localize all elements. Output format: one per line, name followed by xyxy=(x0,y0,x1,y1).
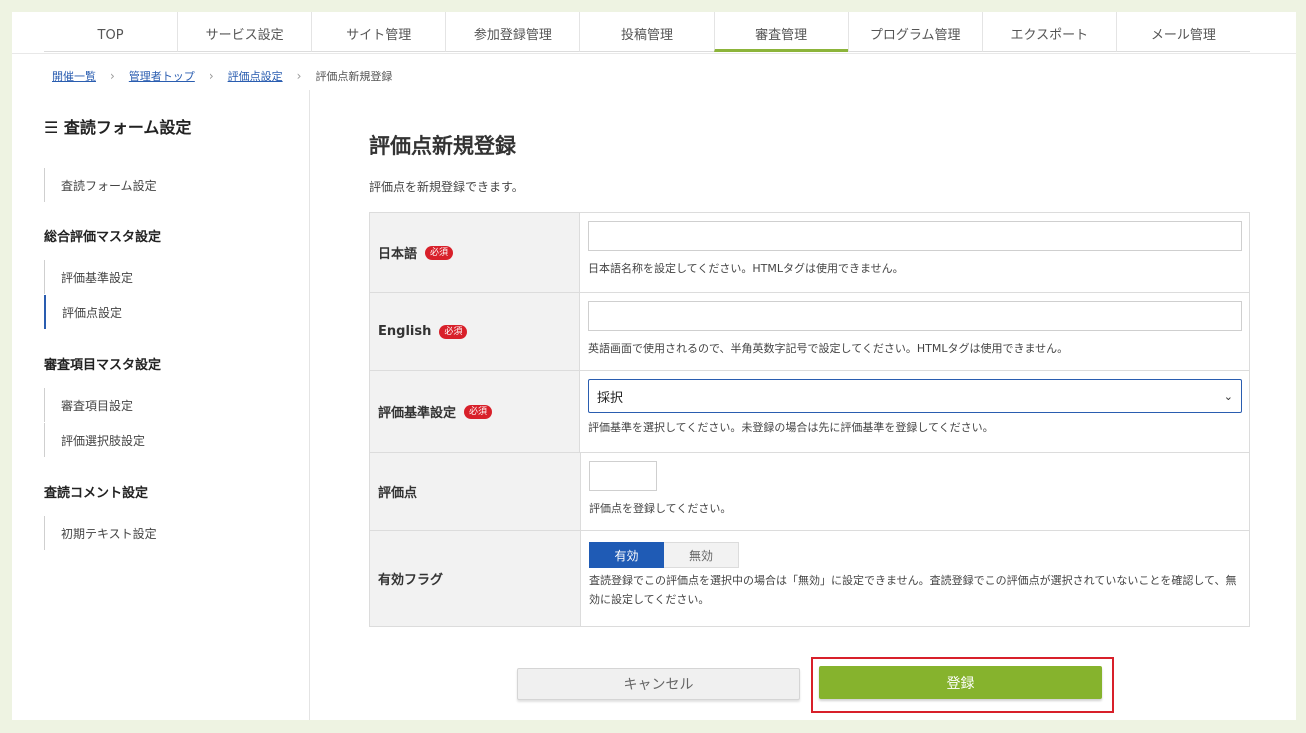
sidebar-group-review-master: 審査項目マスタ設定 xyxy=(44,358,162,373)
field-label: 評価点 xyxy=(370,453,581,530)
page-frame: TOP サービス設定 サイト管理 参加登録管理 投稿管理 審査管理 プログラム管… xyxy=(12,12,1296,720)
cancel-button[interactable]: キャンセル xyxy=(517,668,800,700)
field-cell: 採択 ⌄ 評価基準を選択してください。未登録の場合は先に評価基準を登録してくださ… xyxy=(580,371,1249,452)
english-name-input[interactable] xyxy=(588,301,1242,331)
breadcrumb-current: 評価点新規登録 xyxy=(315,70,393,83)
field-label: 日本語 必須 xyxy=(370,213,580,292)
sidebar-item-criteria[interactable]: 評価基準設定 xyxy=(44,260,264,294)
english-label: English xyxy=(378,324,432,339)
field-cell: 有効 無効 査読登録でこの評価点を選択中の場合は「無効」に設定できません。査読登… xyxy=(581,531,1249,626)
criteria-selected-value: 採択 xyxy=(597,390,624,406)
score-hint: 評価点を登録してください。 xyxy=(589,502,732,515)
score-input[interactable] xyxy=(589,461,657,491)
enabled-off-option[interactable]: 無効 xyxy=(664,542,739,568)
tab-top[interactable]: TOP xyxy=(44,12,178,52)
sidebar-item-review-items[interactable]: 審査項目設定 xyxy=(44,388,264,422)
tab-mail-management[interactable]: メール管理 xyxy=(1115,12,1250,52)
english-hint: 英語画面で使用されるので、半角英数字記号で設定してください。HTMLタグは使用で… xyxy=(588,342,1069,355)
chevron-right-icon: › xyxy=(208,69,214,83)
criteria-select[interactable]: 採択 ⌄ xyxy=(588,379,1242,413)
japanese-name-input[interactable] xyxy=(588,221,1242,251)
form-row-enabled: 有効フラグ 有効 無効 査読登録でこの評価点を選択中の場合は「無効」に設定できま… xyxy=(370,530,1249,626)
field-cell: 評価点を登録してください。 xyxy=(581,453,1249,530)
sidebar-title: ☰ 査読フォーム設定 xyxy=(44,118,192,137)
form-row-score: 評価点 評価点を登録してください。 xyxy=(370,452,1249,530)
tab-program-management[interactable]: プログラム管理 xyxy=(847,12,982,52)
top-navigation: TOP サービス設定 サイト管理 参加登録管理 投稿管理 審査管理 プログラム管… xyxy=(44,12,1250,52)
criteria-label: 評価基準設定 xyxy=(378,406,457,421)
page-title: 評価点新規登録 xyxy=(369,134,516,158)
tab-service-settings[interactable]: サービス設定 xyxy=(177,12,312,52)
tab-export[interactable]: エクスポート xyxy=(981,12,1116,52)
tab-site-management[interactable]: サイト管理 xyxy=(311,12,446,52)
field-label: 評価基準設定 必須 xyxy=(370,371,580,452)
sidebar-item-initial-text[interactable]: 初期テキスト設定 xyxy=(44,516,264,550)
field-cell: 英語画面で使用されるので、半角英数字記号で設定してください。HTMLタグは使用で… xyxy=(580,293,1249,370)
sidebar-item-score[interactable]: 評価点設定 xyxy=(44,295,264,329)
form-actions: キャンセル 登録 xyxy=(517,657,1117,713)
criteria-hint: 評価基準を選択してください。未登録の場合は先に評価基準を登録してください。 xyxy=(588,421,994,434)
tab-review-management[interactable]: 審査管理 xyxy=(713,12,848,52)
tab-submission-management[interactable]: 投稿管理 xyxy=(579,12,714,52)
field-label: 有効フラグ xyxy=(370,531,581,626)
breadcrumb-score-settings[interactable]: 評価点設定 xyxy=(228,68,283,84)
sidebar-item-review-form[interactable]: 査読フォーム設定 xyxy=(44,168,264,202)
japanese-label: 日本語 xyxy=(378,247,418,262)
chevron-right-icon: › xyxy=(296,69,302,83)
sidebar-item-choices[interactable]: 評価選択肢設定 xyxy=(44,423,264,457)
form-row-english: English 必須 英語画面で使用されるので、半角英数字記号で設定してください… xyxy=(370,292,1249,370)
form-row-criteria: 評価基準設定 必須 採択 ⌄ 評価基準を選択してください。未登録の場合は先に評価… xyxy=(370,370,1249,452)
field-label: English 必須 xyxy=(370,293,580,370)
registration-form: 日本語 必須 日本語名称を設定してください。HTMLタグは使用できません。 En… xyxy=(369,212,1250,627)
sidebar: ☰ 査読フォーム設定 査読フォーム設定 総合評価マスタ設定 評価基準設定 評価点… xyxy=(12,90,310,720)
form-row-japanese: 日本語 必須 日本語名称を設定してください。HTMLタグは使用できません。 xyxy=(370,213,1249,292)
chevron-down-icon: ⌄ xyxy=(1223,389,1233,403)
breadcrumb-event-list[interactable]: 開催一覧 xyxy=(52,68,96,84)
breadcrumb-admin-top[interactable]: 管理者トップ xyxy=(129,68,195,84)
sidebar-group-overall-master: 総合評価マスタ設定 xyxy=(44,230,162,245)
score-label: 評価点 xyxy=(378,486,418,501)
sidebar-group-comment: 査読コメント設定 xyxy=(44,486,149,501)
required-badge: 必須 xyxy=(439,324,468,339)
register-button[interactable]: 登録 xyxy=(819,666,1102,699)
japanese-hint: 日本語名称を設定してください。HTMLタグは使用できません。 xyxy=(588,262,904,275)
required-badge: 必須 xyxy=(464,404,493,419)
enabled-toggle: 有効 無効 xyxy=(589,542,1242,568)
page-description: 評価点を新規登録できます。 xyxy=(369,180,524,194)
tab-registration-management[interactable]: 参加登録管理 xyxy=(445,12,580,52)
chevron-right-icon: › xyxy=(110,69,115,83)
nav-divider xyxy=(12,53,1296,54)
breadcrumb: 開催一覧 › 管理者トップ › 評価点設定 › 評価点新規登録 xyxy=(52,68,392,84)
field-cell: 日本語名称を設定してください。HTMLタグは使用できません。 xyxy=(580,213,1249,292)
enabled-hint: 査読登録でこの評価点を選択中の場合は「無効」に設定できません。査読登録でこの評価… xyxy=(589,574,1237,606)
required-badge: 必須 xyxy=(425,245,454,260)
enabled-label: 有効フラグ xyxy=(378,573,444,588)
enabled-on-option[interactable]: 有効 xyxy=(589,542,664,568)
